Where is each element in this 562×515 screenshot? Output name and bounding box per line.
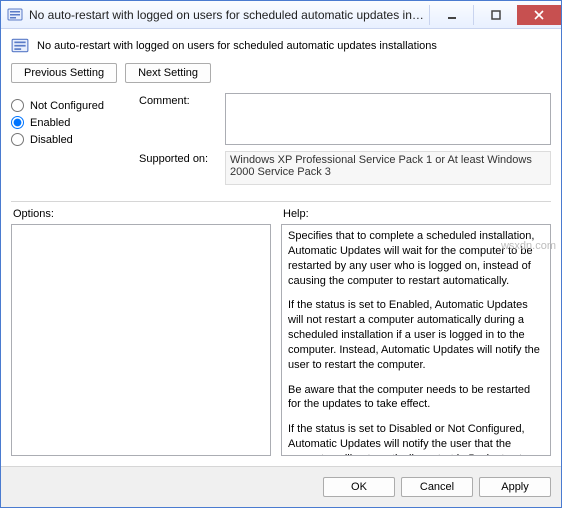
apply-button[interactable]: Apply <box>479 477 551 497</box>
radio-not-configured-label: Not Configured <box>30 100 104 112</box>
radio-enabled-label: Enabled <box>30 117 70 129</box>
state-radio-group: Not Configured Enabled Disabled <box>11 93 121 191</box>
options-pane[interactable] <box>11 224 271 456</box>
comment-label: Comment: <box>139 93 225 107</box>
ok-button[interactable]: OK <box>323 477 395 497</box>
help-label: Help: <box>283 208 551 220</box>
supported-on-label: Supported on: <box>139 151 225 165</box>
dialog-body: No auto-restart with logged on users for… <box>1 29 561 466</box>
policy-title: No auto-restart with logged on users for… <box>37 40 437 52</box>
previous-setting-button[interactable]: Previous Setting <box>11 63 117 83</box>
radio-disabled-label: Disabled <box>30 134 73 146</box>
dialog-footer: OK Cancel Apply <box>1 466 561 507</box>
dialog-window: No auto-restart with logged on users for… <box>0 0 562 508</box>
help-paragraph: If the status is set to Disabled or Not … <box>288 422 544 456</box>
radio-not-configured[interactable]: Not Configured <box>11 99 121 112</box>
radio-disabled-input[interactable] <box>11 133 24 146</box>
help-pane[interactable]: Specifies that to complete a scheduled i… <box>281 224 551 456</box>
cancel-button[interactable]: Cancel <box>401 477 473 497</box>
radio-enabled-input[interactable] <box>11 116 24 129</box>
radio-enabled[interactable]: Enabled <box>11 116 121 129</box>
help-paragraph: If the status is set to Enabled, Automat… <box>288 298 544 372</box>
radio-disabled[interactable]: Disabled <box>11 133 121 146</box>
divider <box>11 201 551 202</box>
policy-icon <box>11 37 29 55</box>
next-setting-button[interactable]: Next Setting <box>125 63 211 83</box>
setting-nav: Previous Setting Next Setting <box>11 63 551 83</box>
policy-icon <box>7 7 23 23</box>
close-button[interactable] <box>517 5 561 25</box>
comment-input[interactable] <box>225 93 551 145</box>
radio-not-configured-input[interactable] <box>11 99 24 112</box>
window-title: No auto-restart with logged on users for… <box>29 8 429 22</box>
options-label: Options: <box>13 208 271 220</box>
minimize-button[interactable] <box>429 5 473 25</box>
help-paragraph: Specifies that to complete a scheduled i… <box>288 229 544 288</box>
titlebar: No auto-restart with logged on users for… <box>1 1 561 29</box>
help-paragraph: Be aware that the computer needs to be r… <box>288 383 544 413</box>
maximize-button[interactable] <box>473 5 517 25</box>
supported-on-value: Windows XP Professional Service Pack 1 o… <box>225 151 551 185</box>
policy-header: No auto-restart with logged on users for… <box>11 37 551 55</box>
